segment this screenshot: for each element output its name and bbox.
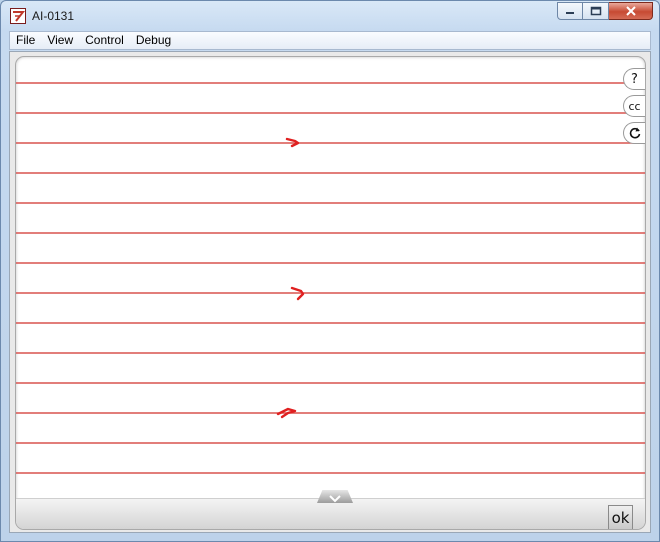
- menu-debug[interactable]: Debug: [130, 32, 177, 49]
- scroll-down-tab[interactable]: [317, 490, 353, 503]
- help-button[interactable]: ?: [623, 68, 645, 90]
- close-button[interactable]: [609, 2, 653, 20]
- close-icon: [609, 3, 652, 19]
- menu-file[interactable]: File: [10, 32, 41, 49]
- menu-bar: File View Control Debug: [9, 31, 651, 50]
- handwritten-marks: [276, 137, 305, 419]
- title-bar: AI-0131: [1, 1, 659, 31]
- refresh-icon: [629, 127, 640, 139]
- maximize-icon: [583, 3, 608, 19]
- ruled-canvas[interactable]: [16, 57, 646, 530]
- ruled-lines: [16, 82, 645, 504]
- client-area: ? cc ok: [9, 51, 651, 533]
- window-title: AI-0131: [32, 9, 75, 23]
- menu-control[interactable]: Control: [79, 32, 130, 49]
- ok-button[interactable]: ok: [608, 505, 633, 529]
- content-panel: ? cc ok: [15, 56, 646, 530]
- captions-button[interactable]: cc: [623, 95, 645, 117]
- minimize-icon: [558, 3, 582, 19]
- refresh-button[interactable]: [623, 122, 645, 144]
- app-window: AI-0131 File View Control Debug ? cc ok: [0, 0, 660, 542]
- minimize-button[interactable]: [557, 2, 583, 20]
- maximize-button[interactable]: [583, 2, 609, 20]
- window-controls: [557, 2, 653, 21]
- app-icon: [10, 8, 26, 24]
- menu-view[interactable]: View: [41, 32, 79, 49]
